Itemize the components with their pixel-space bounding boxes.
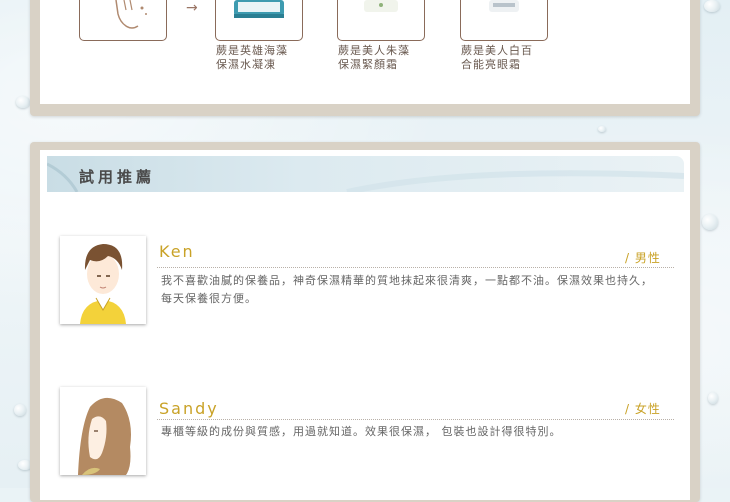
jar-icon	[234, 0, 284, 18]
product-label-2: 蕨是美人朱藻 保濕緊顏霜	[338, 44, 410, 71]
water-droplet	[598, 126, 606, 132]
reviewer-name: Ken	[159, 242, 195, 261]
reviewer-gender: / 女性	[625, 402, 661, 416]
jar-icon	[489, 0, 519, 12]
product-label-1: 蕨是英雄海藻 保濕水凝凍	[216, 44, 288, 71]
process-arrow: →	[186, 0, 198, 16]
man-portrait-icon	[80, 244, 126, 324]
water-droplet	[16, 96, 30, 108]
water-droplet	[702, 214, 718, 230]
avatar	[60, 236, 146, 324]
product-label-3: 蕨是美人白百 合能亮眼霜	[461, 44, 533, 71]
review-text: 專櫃等級的成份與質感，用過就知道。效果很保濕， 包裝也設計得很特別。	[161, 425, 562, 438]
reviewer-name: Sandy	[159, 399, 219, 418]
divider	[157, 267, 674, 268]
avatar	[60, 387, 146, 475]
water-droplet	[708, 392, 718, 404]
product-image-2[interactable]	[337, 0, 425, 41]
water-droplet	[14, 404, 26, 416]
divider	[157, 419, 674, 420]
product-image-1[interactable]	[215, 0, 303, 41]
water-droplet	[704, 0, 720, 12]
reviewer-gender: / 男性	[625, 251, 661, 265]
hand-icon	[115, 0, 147, 29]
review-text: 我不喜歡油膩的保養品，神奇保濕精華的質地抹起來很清爽，一點都不油。保濕效果也持久…	[161, 274, 653, 305]
product-image-hand	[79, 0, 167, 41]
product-image-3[interactable]	[460, 0, 548, 41]
section-title: 試用推薦	[79, 168, 156, 186]
jar-icon	[364, 0, 398, 12]
woman-portrait-icon	[78, 397, 131, 475]
